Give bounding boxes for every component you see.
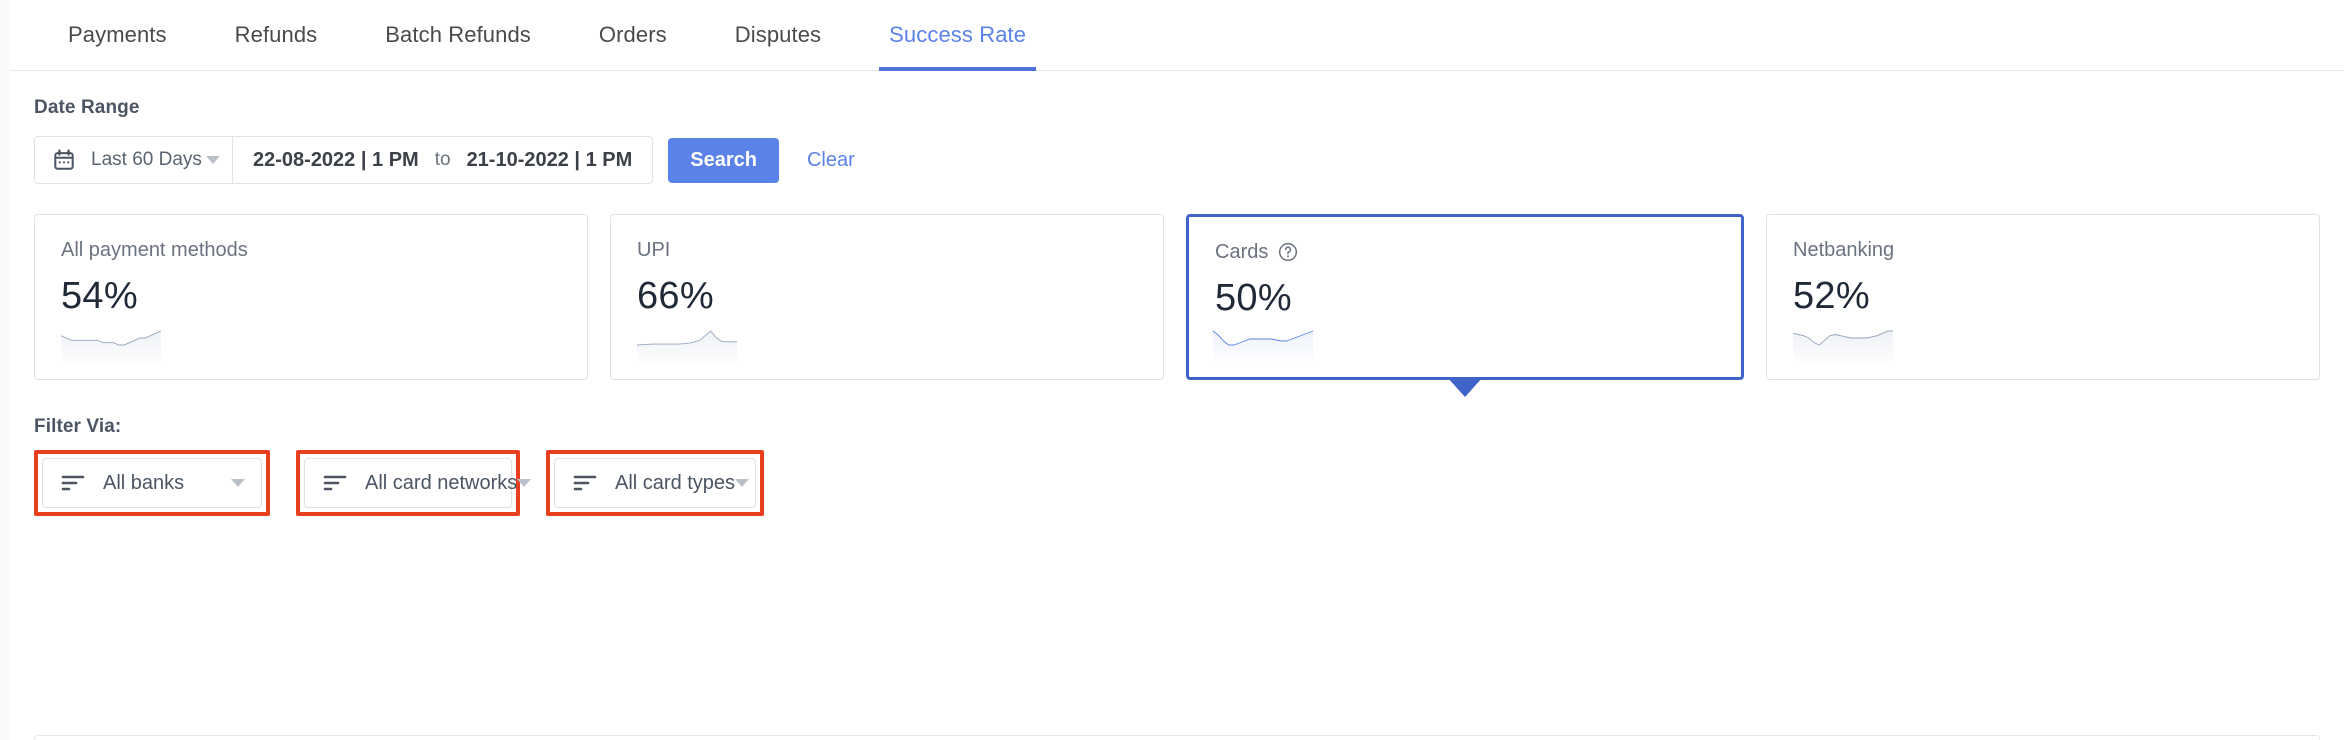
metric-cards-row: All payment methods 54% UPI 66% Cards 50% Netb…: [34, 214, 2320, 397]
date-from-value: 22-08-2022 | 1 PM: [253, 148, 419, 171]
metric-card-header: Netbanking: [1793, 237, 2293, 263]
filter-highlight-box: All banks: [34, 450, 270, 516]
tab-disputes[interactable]: Disputes: [701, 0, 855, 71]
app-page: Payments Refunds Batch Refunds Orders Disput…: [0, 0, 2344, 740]
sparkline-1: [637, 327, 737, 367]
metric-card-title: UPI: [637, 238, 671, 261]
filter-highlight-box: All card types: [546, 450, 764, 516]
date-range-input[interactable]: 22-08-2022 | 1 PM to 21-10-2022 | 1 PM: [233, 137, 652, 183]
metric-card-title: Cards: [1215, 240, 1269, 263]
active-tab-underline: [879, 66, 1037, 71]
metric-card-header: UPI: [637, 237, 1137, 263]
selected-card-pointer: [1447, 377, 1483, 397]
chevron-down-icon: [231, 479, 245, 487]
date-range-row: Last 60 Days 22-08-2022 | 1 PM to 21-10-…: [34, 136, 2320, 184]
filter-icon: [573, 472, 599, 494]
tab-batch-refunds[interactable]: Batch Refunds: [351, 0, 565, 71]
metric-card-header: All payment methods: [61, 237, 561, 263]
metric-card-value: 66%: [637, 275, 714, 317]
chevron-down-icon: [206, 156, 220, 164]
tab-refunds[interactable]: Refunds: [201, 0, 352, 71]
clear-link[interactable]: Clear: [807, 149, 855, 172]
filter-highlight-box: All card networks: [296, 450, 532, 516]
tab-label: Refunds: [234, 22, 318, 47]
filters-row: All banks All card networks All card types: [34, 450, 2320, 516]
chevron-down-icon: [735, 479, 750, 487]
search-button[interactable]: Search: [668, 137, 779, 183]
content-panel: Payments Refunds Batch Refunds Orders Disput…: [10, 0, 2344, 740]
filter-icon: [61, 472, 87, 494]
tab-label: Batch Refunds: [385, 22, 531, 47]
metric-card-all-payment-methods[interactable]: All payment methods 54%: [34, 214, 588, 380]
metric-card-netbanking[interactable]: Netbanking 52%: [1766, 214, 2320, 380]
help-circle-icon[interactable]: [1278, 242, 1298, 262]
date-range-label: Date Range: [34, 97, 140, 118]
chevron-down-icon: [517, 479, 532, 487]
tab-label: Disputes: [734, 22, 822, 47]
filter-select-all-banks[interactable]: All banks: [42, 458, 262, 508]
tab-orders[interactable]: Orders: [565, 0, 701, 71]
filter-select-value: All banks: [103, 471, 185, 494]
metric-card-value: 54%: [61, 275, 138, 317]
tab-label: Success Rate: [889, 22, 1027, 47]
bottom-panel-edge: [34, 735, 2320, 740]
filter-icon: [323, 472, 349, 494]
calendar-icon: [53, 149, 75, 171]
date-preset-value: Last 60 Days: [91, 149, 202, 170]
metric-card-value: 52%: [1793, 275, 1870, 317]
sparkline-0: [61, 327, 161, 367]
date-range-separator: to: [434, 149, 451, 170]
tab-success-rate[interactable]: Success Rate: [855, 0, 1060, 71]
tab-payments[interactable]: Payments: [34, 0, 201, 71]
filter-select-value: All card types: [615, 471, 736, 494]
date-preset-select[interactable]: Last 60 Days: [35, 137, 233, 183]
filter-select-all-card-types[interactable]: All card types: [554, 458, 756, 508]
filter-select-all-card-networks[interactable]: All card networks: [304, 458, 532, 508]
metric-card-header: Cards: [1215, 239, 1715, 265]
sparkline-2: [1213, 327, 1313, 367]
body-area: Date Range Last 60 Days 22-08-2022 | 1 P…: [10, 71, 2344, 516]
tab-label: Orders: [598, 22, 667, 47]
metric-card-title: All payment methods: [61, 238, 248, 261]
tab-bar: Payments Refunds Batch Refunds Orders Disput…: [10, 0, 2344, 71]
filter-via-label: Filter Via:: [34, 416, 122, 437]
date-to-value: 21-10-2022 | 1 PM: [466, 148, 633, 171]
metric-card-cards[interactable]: Cards 50%: [1186, 214, 1744, 397]
metric-card-value: 50%: [1215, 277, 1292, 319]
date-range-controls: Last 60 Days 22-08-2022 | 1 PM to 21-10-…: [34, 136, 654, 184]
metric-card-title: Netbanking: [1793, 238, 1895, 261]
metric-card-upi[interactable]: UPI 66%: [610, 214, 1164, 380]
tab-label: Payments: [68, 22, 167, 47]
filter-select-value: All card networks: [365, 471, 518, 494]
sparkline-3: [1793, 327, 1893, 367]
